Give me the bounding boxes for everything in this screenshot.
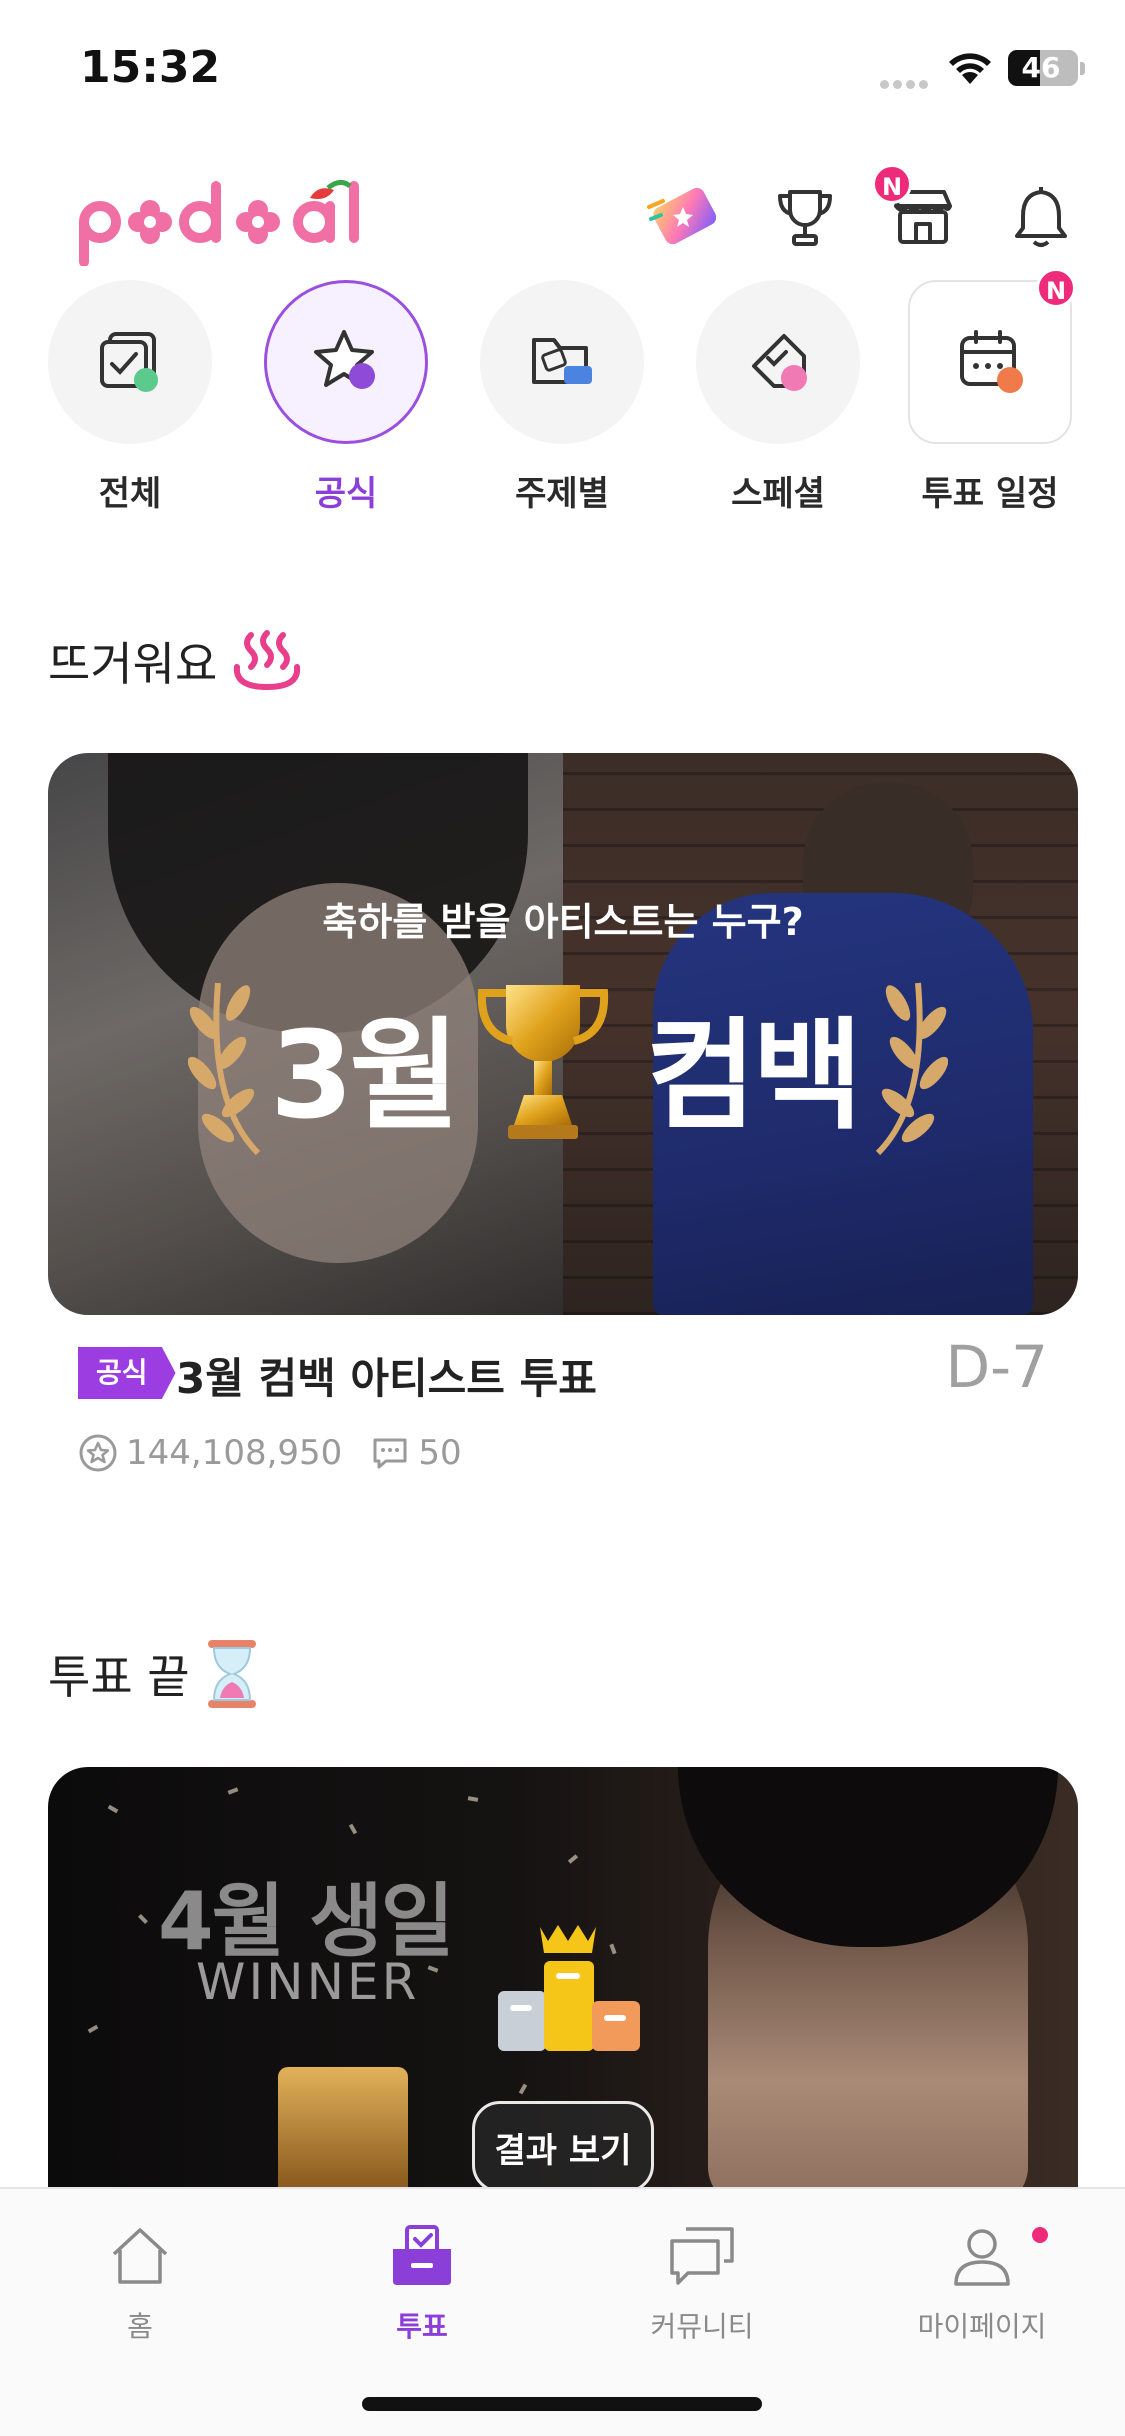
battery-icon: 46 [1008,50,1078,86]
chat-bubbles-icon [670,2227,734,2285]
comeback-vote-banner[interactable]: 축하를 받을 아티스트는 누구? 3월 컴백 [48,753,1078,1315]
vote-box-icon [393,2225,451,2285]
special-tag-icon [752,334,807,391]
trophy-icon [778,190,832,246]
cake-icon [278,2067,408,2187]
category-label: 공식 [314,474,378,514]
all-cards-icon [100,332,158,392]
wifi-icon [949,53,991,84]
person-icon [954,2229,1010,2286]
status-time: 15:32 [80,42,221,93]
ticket-button[interactable] [638,172,728,262]
tab-vote[interactable]: 투표 [322,2213,522,2345]
podoal-logo[interactable] [78,176,368,266]
hot-title-text: 뜨거워요 [48,637,218,691]
bell-button[interactable] [996,172,1086,262]
podium-icon [498,1925,640,2051]
hot-section-title: 뜨거워요 [48,628,303,694]
hot-springs-icon [231,629,303,693]
comment-icon [370,1433,410,1473]
vote-title[interactable]: 3월 컴백 아티스트 투표 [176,1345,597,1406]
notification-badge: N [872,164,912,204]
ticket-icon [647,188,717,245]
category-label: 투표 일정 [921,474,1059,514]
signal-dots-icon [880,74,932,89]
category-row: 전체 공식 주제별 스페셜 N 투표 일정 [0,268,1125,530]
topic-folder-icon [532,338,592,384]
tab-mypage[interactable]: 마이페이지 [882,2213,1082,2345]
tab-label: 마이페이지 [917,2310,1047,2343]
laurel-left-icon [188,982,261,1156]
calendar-icon [960,330,1023,393]
battery-tip [1080,62,1085,75]
home-indicator [362,2397,762,2411]
tab-home[interactable]: 홈 [40,2213,240,2345]
category-schedule[interactable]: N 투표 일정 [908,268,1076,515]
mypage-alert-dot [1032,2227,1048,2243]
laurel-right-icon [875,982,948,1156]
category-official[interactable]: 공식 [264,280,428,515]
app-header: N [0,150,1125,280]
ended-title-text: 투표 끝 [48,1650,190,1704]
bell-icon [1015,187,1067,247]
category-label: 전체 [98,474,162,514]
trophy-button[interactable] [760,172,850,262]
vote-meta: 공식 3월 컴백 아티스트 투표 D-7 144,108,950 50 [78,1333,1048,1505]
category-all[interactable]: 전체 [48,280,212,515]
battery-level: 46 [1021,51,1061,84]
banner-subtitle: 축하를 받을 아티스트는 누구? [322,900,804,944]
hourglass-icon [204,1638,260,1710]
gold-trophy-icon [477,985,609,1139]
home-icon [112,2228,168,2284]
tab-community[interactable]: 커뮤니티 [602,2213,802,2345]
category-label: 주제별 [515,474,609,514]
category-special[interactable]: 스페셜 [696,280,860,515]
comment-count: 50 [418,1433,462,1473]
official-tag: 공식 [78,1347,176,1399]
vote-stats: 144,108,950 50 [78,1433,462,1473]
store-button[interactable]: N [872,164,968,262]
tab-label: 투표 [396,2310,448,2343]
tab-label: 홈 [127,2310,153,2343]
star-count: 144,108,950 [126,1433,343,1473]
category-topic[interactable]: 주제별 [480,280,644,515]
banner-month-text: 3월 [270,1007,460,1146]
tab-label: 커뮤니티 [650,2310,754,2343]
schedule-new-badge: N [1036,268,1076,308]
banner-comeback-text: 컴백 [646,1007,863,1146]
winner-label: WINNER [196,1953,420,2011]
ended-section-title: 투표 끝 [48,1638,260,1710]
status-bar: 15:32 46 [0,0,1125,140]
view-result-button[interactable]: 결과 보기 [472,2101,654,2193]
dday-label: D-7 [945,1333,1049,1401]
category-label: 스페셜 [731,474,825,514]
official-star-icon [314,330,375,389]
star-circle-icon [78,1433,118,1473]
